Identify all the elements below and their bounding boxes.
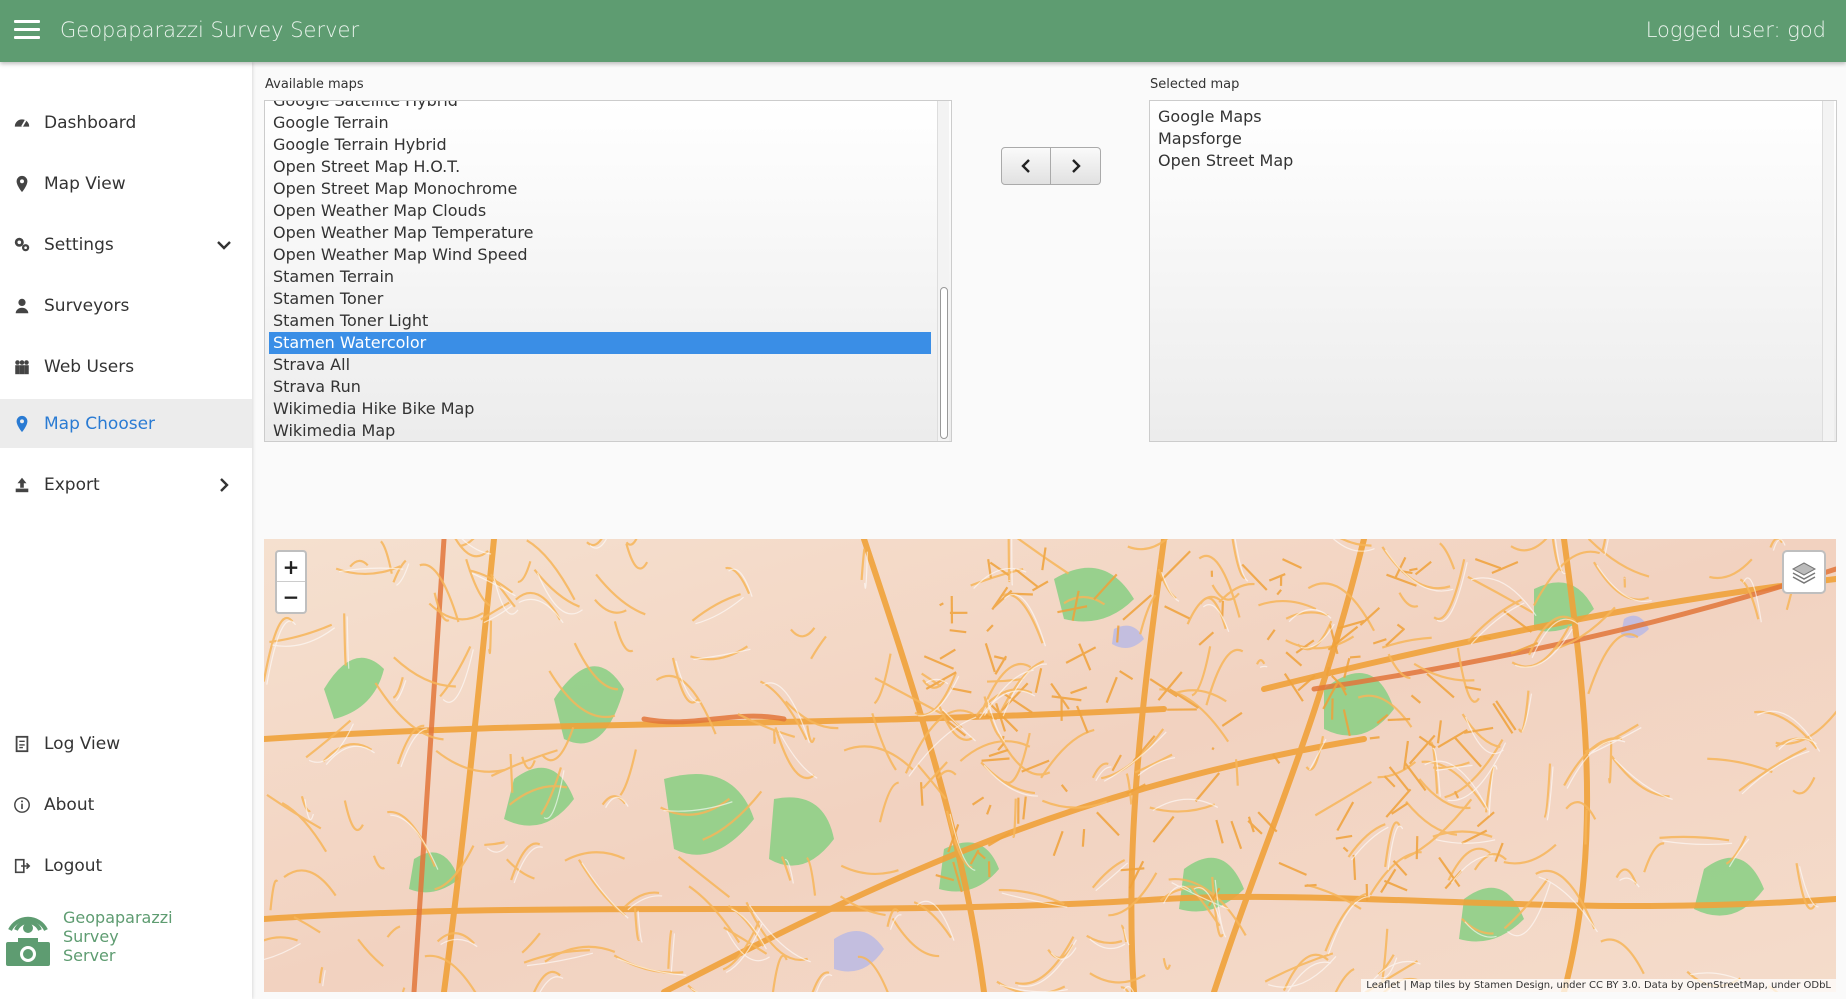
zoom-out-button[interactable]: − bbox=[277, 582, 305, 612]
list-item[interactable]: Stamen Terrain bbox=[265, 266, 951, 288]
scrollbar-thumb[interactable] bbox=[940, 287, 948, 439]
sidebar-item-label: Export bbox=[44, 475, 100, 495]
chevron-right-icon bbox=[1071, 159, 1081, 173]
sidebar-item-label: Surveyors bbox=[44, 296, 130, 316]
sidebar-item-label: Logout bbox=[44, 856, 103, 876]
add-map-button[interactable] bbox=[1051, 147, 1101, 185]
list-item[interactable]: Mapsforge bbox=[1150, 128, 1836, 150]
app-title: Geopaparazzi Survey Server bbox=[60, 18, 360, 42]
sidebar-item-surveyors[interactable]: Surveyors bbox=[0, 282, 252, 330]
sidebar: Dashboard Map View Settings Surveyors We… bbox=[0, 62, 252, 999]
list-item[interactable]: Open Street Map Monochrome bbox=[265, 178, 951, 200]
remove-map-button[interactable] bbox=[1001, 147, 1051, 185]
list-item[interactable]: Google Satellite Hybrid bbox=[265, 101, 951, 112]
list-item[interactable]: Open Weather Map Temperature bbox=[265, 222, 951, 244]
list-item[interactable]: Google Terrain Hybrid bbox=[265, 134, 951, 156]
layers-icon bbox=[1791, 562, 1817, 584]
brand: Geopaparazzi Survey Server bbox=[4, 904, 244, 974]
logout-icon bbox=[0, 856, 44, 876]
app-header: Geopaparazzi Survey Server Logged user: … bbox=[0, 0, 1846, 62]
list-item[interactable]: Google Maps bbox=[1150, 106, 1836, 128]
list-item[interactable]: Wikimedia Hike Bike Map bbox=[265, 398, 951, 420]
list-item[interactable]: Open Street Map H.O.T. bbox=[265, 156, 951, 178]
sidebar-item-label: Map Chooser bbox=[44, 413, 156, 434]
sidebar-item-map-chooser[interactable]: Map Chooser bbox=[0, 399, 252, 448]
chevron-down-icon bbox=[217, 241, 231, 250]
sidebar-item-label: Log View bbox=[44, 734, 121, 754]
users-icon bbox=[0, 357, 44, 377]
sidebar-item-settings[interactable]: Settings bbox=[0, 221, 252, 269]
list-item[interactable]: Stamen Toner Light bbox=[265, 310, 951, 332]
sidebar-item-label: About bbox=[44, 795, 95, 815]
sidebar-item-label: Settings bbox=[44, 235, 114, 255]
list-item[interactable]: Wikimedia Map bbox=[265, 420, 951, 441]
info-icon bbox=[0, 795, 44, 815]
log-icon bbox=[0, 734, 44, 754]
sidebar-item-label: Dashboard bbox=[44, 113, 137, 133]
list-item[interactable]: Google Terrain bbox=[265, 112, 951, 134]
zoom-control: + − bbox=[275, 550, 307, 614]
list-item[interactable]: Stamen Watercolor bbox=[269, 332, 931, 354]
map-pin-icon bbox=[0, 414, 44, 434]
sidebar-item-logout[interactable]: Logout bbox=[0, 842, 252, 890]
selected-map-list[interactable]: Google Maps Mapsforge Open Street Map bbox=[1149, 100, 1837, 442]
available-maps-scrollbar[interactable] bbox=[937, 101, 949, 441]
map-preview[interactable]: + − Leaflet | Map tiles by Stamen Design… bbox=[264, 539, 1836, 992]
transfer-buttons bbox=[1001, 147, 1101, 185]
selected-map-scrollbar[interactable] bbox=[1822, 101, 1834, 441]
list-item[interactable]: Stamen Toner bbox=[265, 288, 951, 310]
chevron-left-icon bbox=[1021, 159, 1030, 173]
chevron-right-icon bbox=[220, 478, 229, 492]
list-item[interactable]: Open Weather Map Clouds bbox=[265, 200, 951, 222]
surveyor-icon bbox=[0, 296, 44, 316]
sidebar-item-export[interactable]: Export bbox=[0, 461, 252, 509]
list-item[interactable]: Open Weather Map Wind Speed bbox=[265, 244, 951, 266]
list-item[interactable]: Strava All bbox=[265, 354, 951, 376]
brand-name: Geopaparazzi Survey Server bbox=[63, 908, 173, 965]
menu-icon[interactable] bbox=[14, 20, 40, 40]
sidebar-item-log-view[interactable]: Log View bbox=[0, 720, 252, 768]
selected-map-label: Selected map bbox=[1150, 77, 1240, 92]
dashboard-icon bbox=[0, 113, 44, 133]
sidebar-item-about[interactable]: About bbox=[0, 781, 252, 829]
sidebar-item-map-view[interactable]: Map View bbox=[0, 160, 252, 208]
sidebar-item-dashboard[interactable]: Dashboard bbox=[0, 99, 252, 147]
gears-icon bbox=[0, 235, 44, 255]
zoom-in-button[interactable]: + bbox=[277, 552, 305, 582]
export-icon bbox=[0, 475, 44, 495]
geopaparazzi-logo-icon bbox=[6, 916, 50, 966]
list-item[interactable]: Strava Run bbox=[265, 376, 951, 398]
logged-user: Logged user: god bbox=[1645, 18, 1826, 42]
map-attribution: Leaflet | Map tiles by Stamen Design, un… bbox=[1361, 979, 1836, 992]
sidebar-item-label: Web Users bbox=[44, 357, 135, 377]
available-maps-list[interactable]: Google Satellite Hybrid Google Terrain Goo… bbox=[264, 100, 952, 442]
map-pin-icon bbox=[0, 174, 44, 194]
list-item[interactable]: Open Street Map bbox=[1150, 150, 1836, 172]
watercolor-map-tiles bbox=[264, 539, 1836, 992]
sidebar-item-web-users[interactable]: Web Users bbox=[0, 343, 252, 391]
layers-button[interactable] bbox=[1782, 550, 1826, 594]
sidebar-item-label: Map View bbox=[44, 174, 126, 194]
available-maps-label: Available maps bbox=[265, 77, 364, 92]
